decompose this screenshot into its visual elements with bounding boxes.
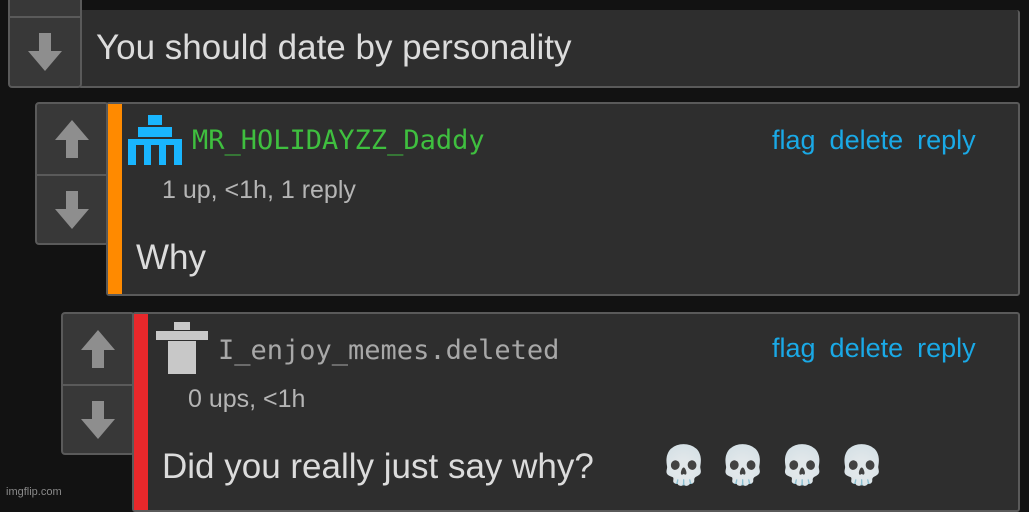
comment-vote-box: [61, 312, 135, 455]
comment-meta: 1 up, <1h, 1 reply: [162, 176, 356, 204]
upvote-button[interactable]: [63, 314, 133, 384]
upvote-button[interactable]: [37, 104, 107, 174]
comment-vote-box: [35, 102, 109, 245]
thread-bar: [134, 314, 148, 510]
skull-emoji-row: 💀💀💀💀: [660, 445, 898, 487]
downvote-button[interactable]: [10, 18, 80, 86]
flag-link[interactable]: flag: [772, 333, 816, 363]
username[interactable]: I_enjoy_memes.deleted: [218, 335, 559, 366]
comment-body: Why: [136, 238, 206, 277]
parent-comment-text: You should date by personality: [96, 28, 572, 67]
comment-body: Did you really just say why?: [162, 447, 594, 486]
comment-actions: flag delete reply: [772, 125, 976, 156]
down-arrow-icon: [55, 190, 89, 229]
reply-link[interactable]: reply: [917, 333, 976, 363]
comment-meta: 0 ups, <1h: [188, 385, 306, 413]
downvote-button[interactable]: [63, 386, 133, 453]
downvote-button[interactable]: [37, 176, 107, 243]
username[interactable]: MR_HOLIDAYZZ_Daddy: [192, 125, 485, 156]
deleted-user-icon: [156, 322, 208, 379]
delete-link[interactable]: delete: [830, 125, 904, 155]
delete-link[interactable]: delete: [830, 333, 904, 363]
thread-bar: [108, 104, 122, 294]
parent-vote-box: [8, 0, 82, 88]
down-arrow-icon: [81, 400, 115, 439]
comment-actions: flag delete reply: [772, 333, 976, 364]
up-arrow-icon: [81, 330, 115, 368]
flag-link[interactable]: flag: [772, 125, 816, 155]
watermark: imgflip.com: [6, 486, 62, 498]
pixel-avatar-icon: [128, 115, 182, 170]
down-arrow-icon: [28, 33, 62, 71]
up-arrow-icon: [55, 120, 89, 158]
reply-link[interactable]: reply: [917, 125, 976, 155]
